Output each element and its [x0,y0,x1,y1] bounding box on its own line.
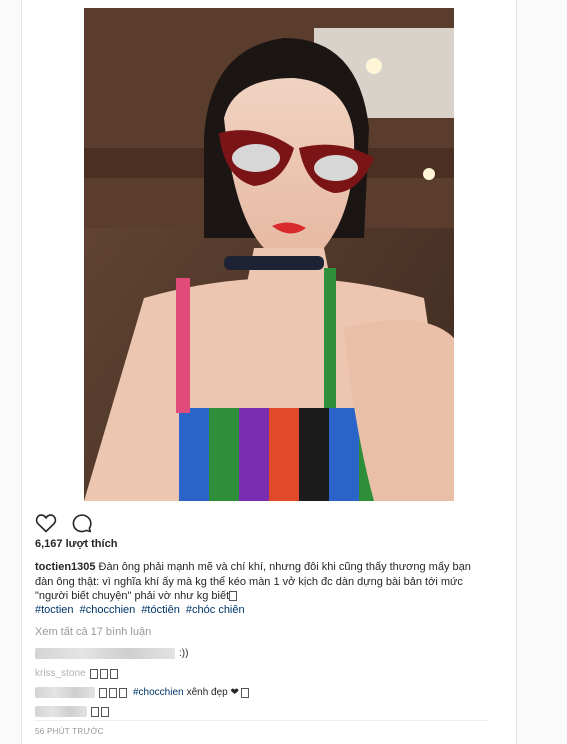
hashtag-list: #toctien #chocchien #tóctiên #chóc chiên [35,604,248,616]
post-actions [34,511,94,535]
hashtag-chocchien[interactable]: #chocchien [80,604,136,616]
comment-text: xênh đẹp ❤ [186,687,239,698]
like-count[interactable]: 6,167 lượt thích [35,538,117,550]
post-timestamp[interactable]: 56 PHÚT TRƯỚC [35,727,104,736]
missing-glyph-icon [91,706,99,717]
blurred-username [35,687,95,698]
comment-row [35,706,111,717]
missing-glyph-icon [89,668,98,679]
caption-username[interactable]: toctien1305 [35,561,96,573]
caption-text: Đàn ông phải mạnh mẽ và chí khí, nhưng đ… [35,561,471,602]
missing-glyph-icon [99,687,107,698]
missing-glyph-icon [119,687,127,698]
post-photo-illustration [84,8,454,501]
blurred-username [35,648,175,659]
comment-divider [34,720,489,721]
heart-icon[interactable] [34,511,58,535]
comment-row: :)) [35,648,188,659]
missing-glyph-icon [109,668,118,679]
missing-glyph-icon [240,687,249,698]
missing-glyph-icon [229,591,238,602]
comment-username[interactable]: kriss_stone [35,668,86,679]
comment-bubble-icon[interactable] [70,511,94,535]
blurred-username [35,706,87,717]
comment-hashtag[interactable]: #chocchien [133,687,184,698]
hashtag-toctien-accent[interactable]: #tóctiên [141,604,180,616]
missing-glyph-icon [109,687,117,698]
post-caption: toctien1305 Đàn ông phải mạnh mẽ và chí k… [35,560,490,604]
comment-text: :)) [179,648,189,659]
comment-row: kriss_stone [35,668,120,679]
hashtag-toctien[interactable]: #toctien [35,604,74,616]
view-all-comments-link[interactable]: Xem tất cả 17 bình luận [35,626,151,638]
comment-row: #chocchien xênh đẹp ❤ [35,687,251,698]
post-photo[interactable] [84,8,454,501]
missing-glyph-icon [99,668,108,679]
missing-glyph-icon [101,706,109,717]
hashtag-choc-chien[interactable]: #chóc chiên [186,604,245,616]
